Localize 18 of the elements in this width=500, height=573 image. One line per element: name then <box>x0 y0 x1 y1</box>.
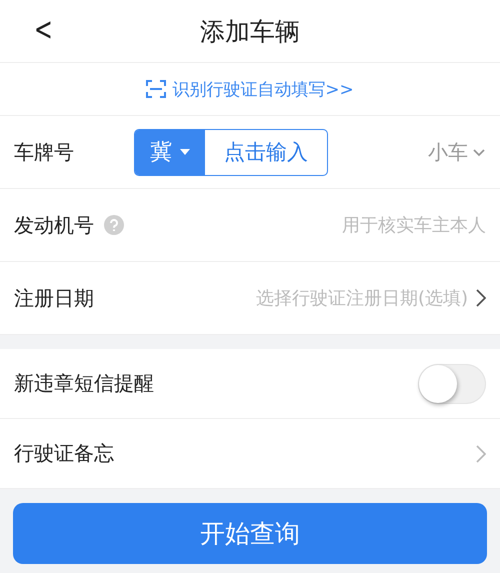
scan-icon <box>146 80 166 98</box>
chevron-right-icon[interactable] <box>476 444 486 462</box>
vehicle-type-dropdown[interactable]: 小车 <box>428 138 486 166</box>
setting-label: 行驶证备忘 <box>14 440 114 467</box>
setting-label: 新违章短信提醒 <box>14 370 154 397</box>
chevron-down-icon <box>472 148 486 156</box>
field-label: 注册日期 <box>14 284 94 312</box>
start-query-button[interactable]: 开始查询 <box>13 503 487 564</box>
back-button[interactable]: < <box>34 10 53 48</box>
engine-number-field[interactable]: 用于核实车主本人 <box>342 213 486 237</box>
toggle-switch[interactable] <box>418 364 486 404</box>
chevron-right-icon <box>476 289 486 307</box>
help-icon[interactable] <box>104 215 124 235</box>
scan-autofill-link[interactable]: 识别行驶证自动填写>> <box>172 78 354 100</box>
field-label: 发动机号 <box>14 212 94 238</box>
page-title: 添加车辆 <box>200 16 300 48</box>
field-label: 车牌号 <box>14 138 74 166</box>
date-picker-field[interactable]: 选择行驶证注册日期(选填) <box>256 286 468 310</box>
